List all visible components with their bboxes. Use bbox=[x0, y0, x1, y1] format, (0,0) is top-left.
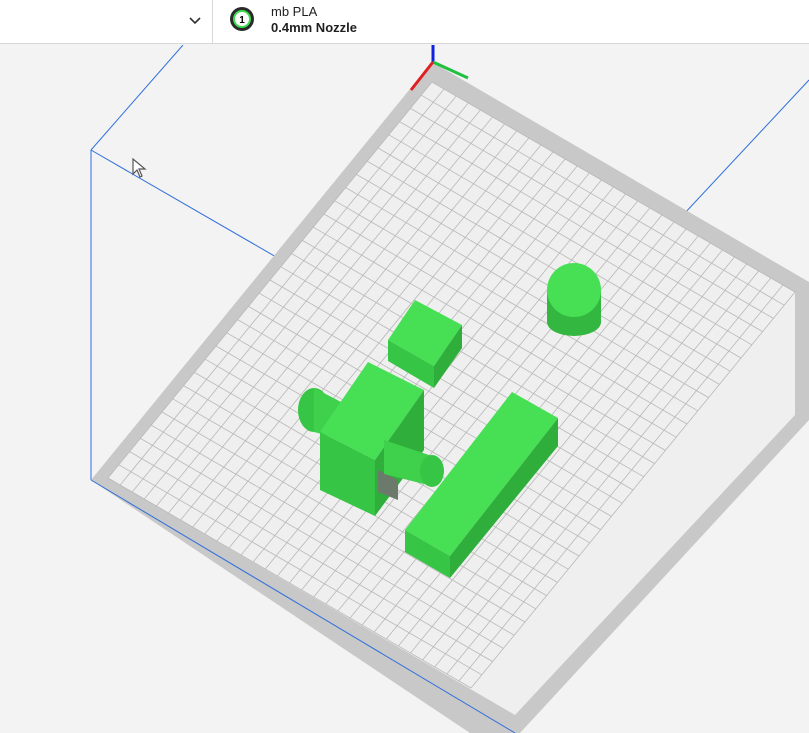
printer-dropdown[interactable] bbox=[0, 0, 213, 44]
top-toolbar: 1 mb PLA 0.4mm Nozzle bbox=[0, 0, 809, 44]
build-plate-scene[interactable] bbox=[0, 45, 809, 733]
chevron-down-icon[interactable] bbox=[187, 12, 203, 28]
extruder-badge-icon[interactable]: 1 bbox=[229, 6, 255, 32]
3d-viewport[interactable] bbox=[0, 45, 809, 733]
nozzle-label[interactable]: 0.4mm Nozzle bbox=[271, 20, 357, 35]
build-plate bbox=[91, 62, 809, 733]
extruder-number: 1 bbox=[239, 15, 245, 26]
mouse-pointer-icon bbox=[132, 157, 147, 178]
material-label[interactable]: mb PLA bbox=[271, 4, 317, 19]
model-cylinder[interactable] bbox=[547, 263, 601, 336]
